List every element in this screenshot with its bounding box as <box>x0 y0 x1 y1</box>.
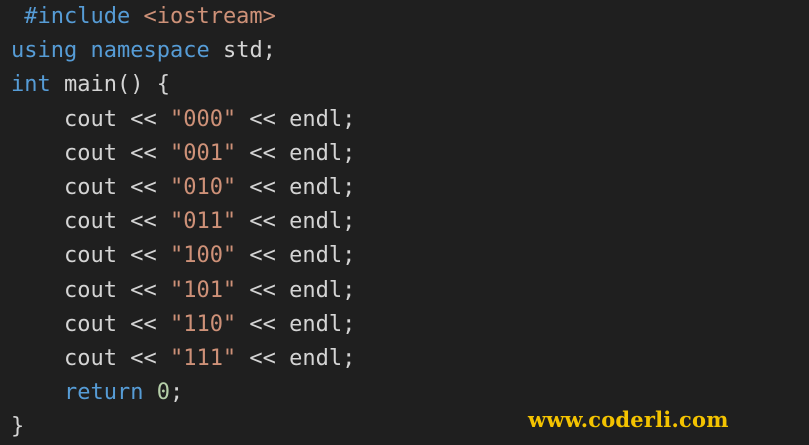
code-line: #include <iostream> <box>11 0 355 34</box>
code-token: << endl; <box>236 174 356 200</box>
code-line: cout << "001" << endl; <box>11 137 355 171</box>
code-token: "000" <box>169 106 237 132</box>
code-token: "111" <box>169 345 237 371</box>
code-editor[interactable]: #include <iostream> using namespace std; i… <box>0 0 809 445</box>
code-line: return 0; <box>11 376 355 410</box>
code-token: #include <box>24 4 131 29</box>
code-line: cout << "110" << endl; <box>11 308 355 342</box>
code-token: ; <box>169 380 184 406</box>
code-token: namespace <box>90 38 210 64</box>
code-token: 0 <box>156 380 170 406</box>
code-line: cout << "011" << endl; <box>11 205 355 239</box>
code-token: << endl; <box>236 311 356 337</box>
code-token: using <box>11 38 78 64</box>
code-line: cout << "000" << endl; <box>11 103 355 137</box>
code-line: using namespace std; <box>11 34 355 68</box>
code-line: int main() { <box>11 68 355 102</box>
code-token: } <box>11 414 25 440</box>
code-token: int <box>11 72 51 98</box>
code-token: "011" <box>169 209 237 235</box>
code-token: cout << <box>11 311 170 337</box>
code-token: cout << <box>11 140 170 166</box>
code-token: cout << <box>11 174 170 200</box>
code-token: cout << <box>11 345 170 371</box>
code-token: "010" <box>169 174 237 200</box>
code-token: << endl; <box>236 140 356 166</box>
code-token: <iostream> <box>143 4 276 29</box>
code-line: cout << "111" << endl; <box>11 342 355 376</box>
code-token: std; <box>209 38 276 64</box>
code-block[interactable]: #include <iostream> using namespace std; i… <box>11 0 355 444</box>
code-token: << endl; <box>236 209 356 235</box>
code-token: cout << <box>11 277 170 303</box>
code-token: "100" <box>169 243 237 269</box>
code-line: cout << "100" << endl; <box>11 239 355 273</box>
code-token: return <box>63 380 144 406</box>
site-watermark: www.coderli.com <box>528 407 729 432</box>
code-token: "110" <box>169 311 237 337</box>
code-token: cout << <box>11 106 170 132</box>
code-token: << endl; <box>236 243 356 269</box>
code-token: cout << <box>11 209 170 235</box>
code-token: () { <box>116 72 170 98</box>
code-token: << endl; <box>236 106 356 132</box>
code-token: cout << <box>11 243 170 269</box>
code-token: "101" <box>169 277 237 303</box>
code-line: } <box>11 410 355 444</box>
code-line: cout << "101" << endl; <box>11 274 355 308</box>
code-token: << endl; <box>236 277 356 303</box>
code-line: cout << "010" << endl; <box>11 171 355 205</box>
code-token: "001" <box>169 140 237 166</box>
code-token: << endl; <box>236 345 356 371</box>
code-token: main <box>64 72 117 98</box>
